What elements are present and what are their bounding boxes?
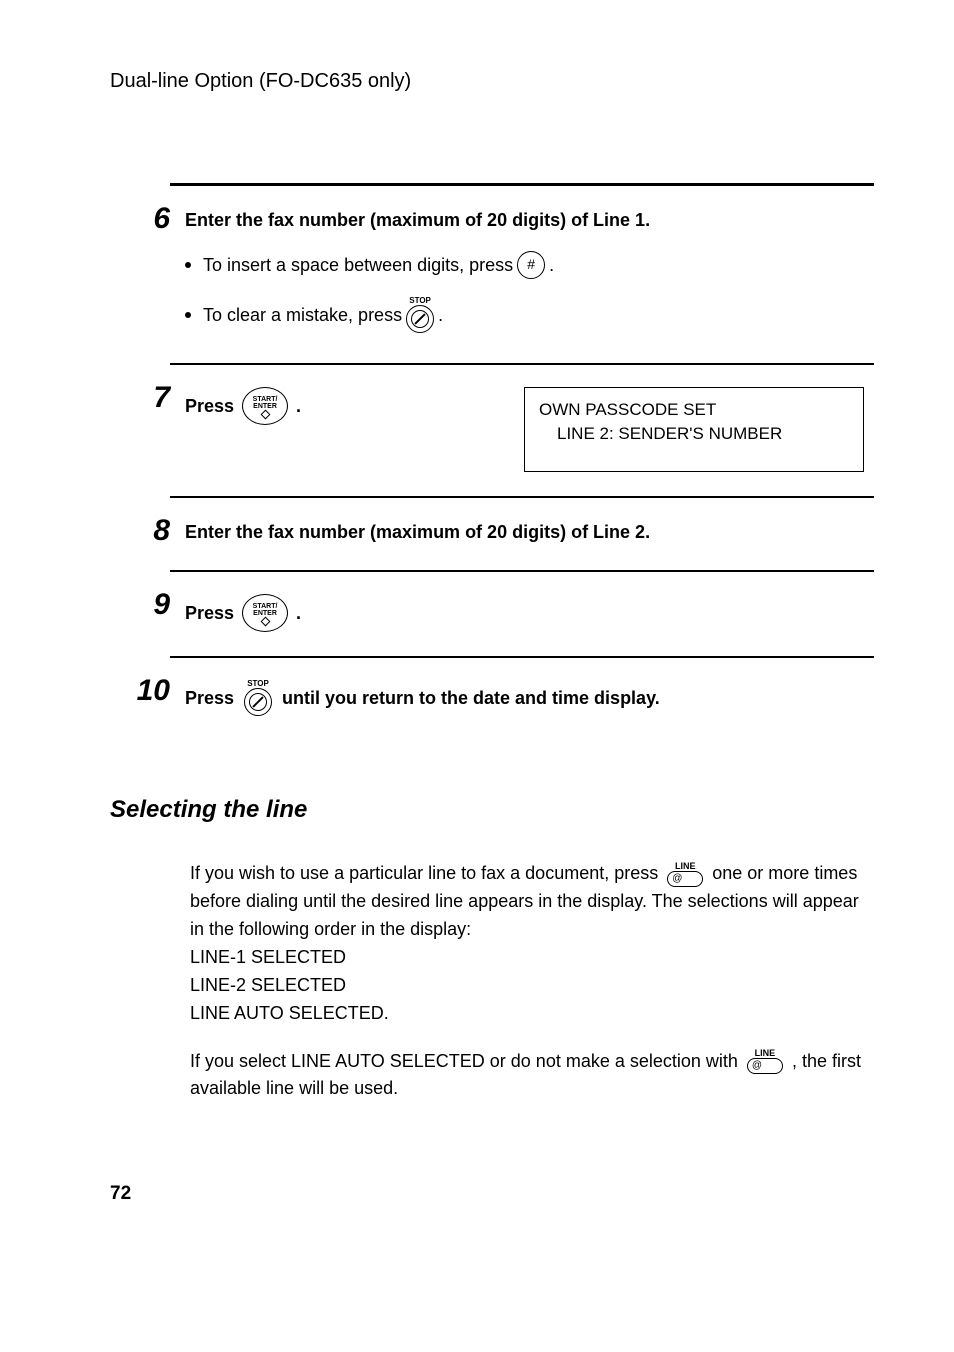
- step-number: 7: [110, 383, 170, 413]
- step-number: 10: [110, 676, 170, 706]
- line-label: LINE: [675, 862, 696, 871]
- stop-key-icon: STOP: [406, 297, 434, 333]
- paragraph-1: If you wish to use a particular line to …: [190, 860, 864, 1027]
- para-text: If you wish to use a particular line to …: [190, 863, 663, 883]
- step-8: 8 Enter the fax number (maximum of 20 di…: [110, 516, 874, 546]
- bullet-icon: [185, 312, 191, 318]
- para-line: LINE AUTO SELECTED.: [190, 1003, 389, 1023]
- step-10: 10 Press STOP until you return to the da…: [110, 676, 874, 716]
- page-header: Dual-line Option (FO-DC635 only): [110, 70, 874, 93]
- step-number: 6: [110, 204, 170, 234]
- divider: [170, 183, 874, 186]
- bullet-text: To clear a mistake, press: [203, 303, 402, 328]
- line-key-icon: LINE @: [747, 1049, 783, 1074]
- para-line: LINE-2 SELECTED: [190, 975, 346, 995]
- period: .: [296, 394, 301, 419]
- section-title: Selecting the line: [110, 796, 874, 824]
- step-8-title: Enter the fax number (maximum of 20 digi…: [185, 522, 650, 542]
- bullet-icon: [185, 262, 191, 268]
- line-label: LINE: [755, 1049, 776, 1058]
- step-number: 8: [110, 516, 170, 546]
- start-label: START/: [253, 603, 278, 610]
- start-enter-key-icon: START/ ENTER: [242, 387, 288, 425]
- press-label: Press: [185, 686, 234, 711]
- hash-key-icon: #: [517, 251, 545, 279]
- step-6: 6 Enter the fax number (maximum of 20 di…: [110, 204, 874, 339]
- line-key-icon: LINE @: [667, 862, 703, 887]
- para-text: If you select LINE AUTO SELECTED or do n…: [190, 1051, 743, 1071]
- page-number: 72: [110, 1183, 874, 1205]
- step-6-title: Enter the fax number (maximum of 20 digi…: [185, 210, 650, 230]
- period: .: [296, 601, 301, 626]
- display-line-1: OWN PASSCODE SET: [539, 398, 849, 422]
- divider: [170, 363, 874, 365]
- divider: [170, 496, 874, 498]
- stop-label: STOP: [247, 680, 269, 688]
- diamond-icon: [260, 617, 270, 627]
- lcd-display: OWN PASSCODE SET LINE 2: SENDER'S NUMBER: [524, 387, 864, 472]
- step-10-rest: until you return to the date and time di…: [282, 686, 660, 711]
- stop-key-icon: STOP: [244, 680, 272, 716]
- display-line-2: LINE 2: SENDER'S NUMBER: [539, 422, 849, 446]
- step-number: 9: [110, 590, 170, 620]
- divider: [170, 656, 874, 658]
- diamond-icon: [260, 410, 270, 420]
- para-line: LINE-1 SELECTED: [190, 947, 346, 967]
- bullet-text: .: [438, 303, 443, 328]
- step-6-bullet-1: To insert a space between digits, press …: [185, 251, 874, 279]
- bullet-text: .: [549, 253, 554, 278]
- stop-label: STOP: [409, 297, 431, 305]
- bullet-text: To insert a space between digits, press: [203, 253, 513, 278]
- at-symbol: @: [672, 874, 682, 884]
- press-label: Press: [185, 394, 234, 419]
- press-label: Press: [185, 601, 234, 626]
- paragraph-2: If you select LINE AUTO SELECTED or do n…: [190, 1048, 864, 1104]
- start-label: START/: [253, 396, 278, 403]
- start-enter-key-icon: START/ ENTER: [242, 594, 288, 632]
- at-symbol: @: [752, 1061, 762, 1071]
- step-6-bullet-2: To clear a mistake, press STOP .: [185, 297, 874, 333]
- step-7: 7 Press START/ ENTER . OWN PASSCODE SET …: [110, 383, 874, 472]
- divider: [170, 570, 874, 572]
- step-9: 9 Press START/ ENTER .: [110, 590, 874, 632]
